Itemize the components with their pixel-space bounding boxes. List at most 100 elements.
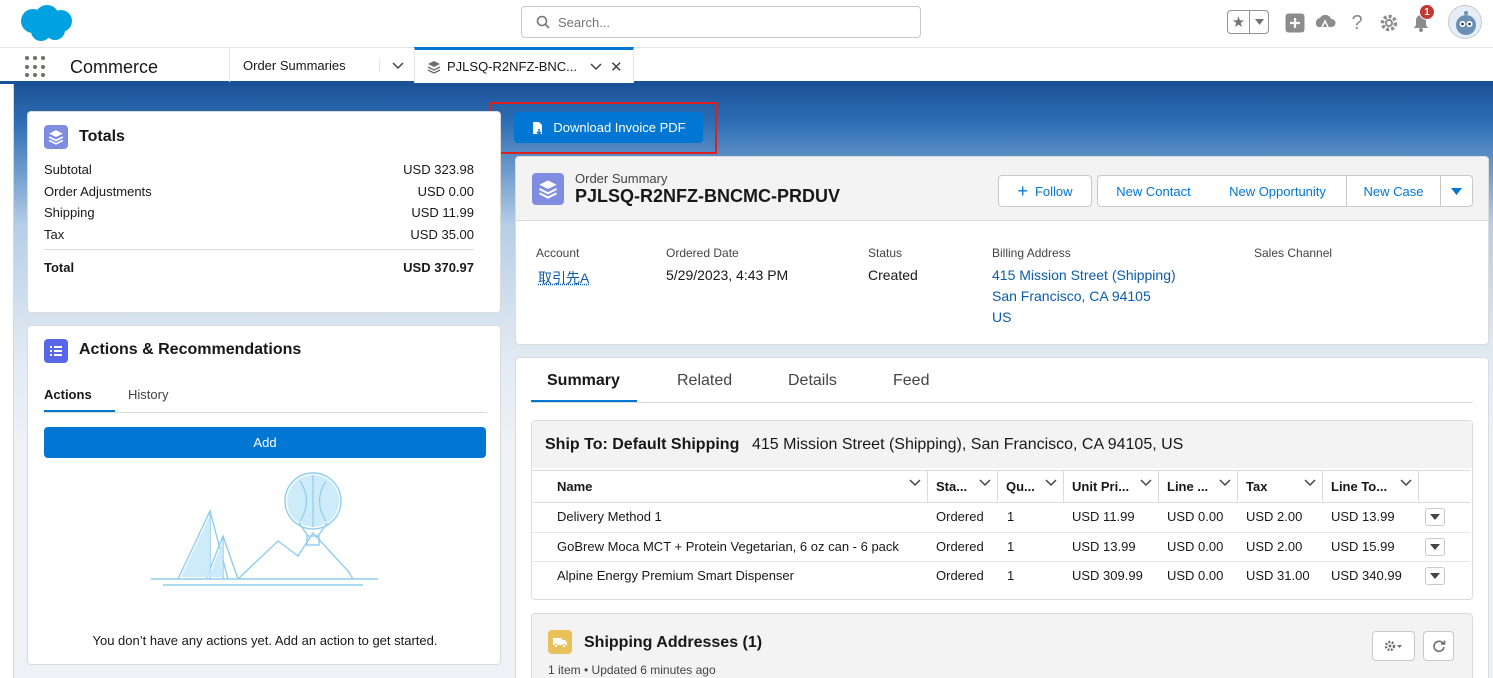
- new-case-button[interactable]: New Case: [1346, 175, 1441, 207]
- totals-total-row: Total USD 370.97: [44, 260, 474, 275]
- table-cell-quantity: 1: [1007, 568, 1014, 583]
- record-header-card: Order Summary PJLSQ-R2NFZ-BNCMC-PRDUV + …: [515, 156, 1489, 345]
- table-cell-tax: USD 2.00: [1246, 509, 1302, 524]
- column-label: Unit Pri...: [1072, 479, 1129, 494]
- chevron-down-icon[interactable]: [909, 479, 921, 487]
- list-settings-gear-icon[interactable]: [1372, 631, 1415, 661]
- chevron-down-icon[interactable]: [1045, 479, 1057, 487]
- app-launcher-icon[interactable]: [25, 56, 47, 78]
- document-download-icon: [531, 121, 545, 135]
- refresh-icon[interactable]: [1423, 631, 1454, 661]
- salesforce-logo[interactable]: [17, 3, 77, 43]
- table-cell-name-link[interactable]: Alpine Energy Premium Smart Dispenser: [557, 568, 794, 583]
- add-action-button[interactable]: Add: [44, 427, 486, 458]
- left-edge: [0, 84, 14, 678]
- table-cell-line-total: USD 13.99: [1331, 509, 1395, 524]
- setup-gear-icon[interactable]: [1378, 12, 1400, 34]
- totals-row-value: USD 11.99: [411, 205, 474, 220]
- follow-button[interactable]: + Follow: [998, 175, 1092, 207]
- sales-channel-label: Sales Channel: [1254, 246, 1332, 260]
- app-navigation-bar: Commerce Order Summaries PJLSQ-R2NFZ-BNC…: [0, 47, 1493, 84]
- billing-address-line3[interactable]: US: [992, 309, 1011, 325]
- record-object-label: Order Summary: [575, 171, 667, 186]
- chevron-down-icon[interactable]: [590, 63, 602, 71]
- notification-count-badge: 1: [1419, 4, 1435, 20]
- favorites-button[interactable]: ★: [1227, 10, 1269, 34]
- table-cell-unit-price: USD 11.99: [1072, 509, 1135, 524]
- global-actions-plus-icon[interactable]: [1284, 12, 1306, 34]
- column-header-name[interactable]: Name: [549, 470, 928, 503]
- ship-to-label: Ship To: Default Shipping: [545, 436, 739, 454]
- totals-title: Totals: [79, 128, 125, 146]
- new-contact-button[interactable]: New Contact: [1097, 175, 1210, 207]
- table-cell-line-adjustment: USD 0.00: [1167, 568, 1223, 583]
- column-header-line-adjustment[interactable]: Line ...: [1159, 470, 1238, 503]
- tab-details[interactable]: Details: [788, 372, 837, 390]
- table-cell-name-link[interactable]: Delivery Method 1: [557, 509, 662, 524]
- more-actions-chevron-down-icon[interactable]: [1440, 175, 1473, 207]
- ship-to-header: Ship To: Default Shipping 415 Mission St…: [532, 421, 1472, 468]
- table-cell-line-adjustment: USD 0.00: [1167, 539, 1223, 554]
- column-label: Name: [557, 479, 592, 494]
- trailhead-cloud-icon[interactable]: [1314, 12, 1336, 34]
- billing-address-line1[interactable]: 415 Mission Street (Shipping): [992, 267, 1176, 283]
- ordered-date-label: Ordered Date: [666, 246, 739, 260]
- download-invoice-label: Download Invoice PDF: [553, 120, 685, 135]
- order-summary-record-icon: [532, 173, 564, 205]
- app-name: Commerce: [70, 57, 158, 78]
- tab-summary[interactable]: Summary: [547, 372, 620, 390]
- table-cell-status: Ordered: [936, 509, 984, 524]
- totals-row: Shipping USD 11.99: [44, 205, 474, 220]
- column-header-quantity[interactable]: Qu...: [998, 470, 1064, 503]
- chevron-down-icon[interactable]: [1304, 479, 1316, 487]
- actions-recommendations-card: Actions & Recommendations Actions Histor…: [27, 325, 501, 665]
- column-header-status[interactable]: Sta...: [928, 470, 998, 503]
- tab-related[interactable]: Related: [677, 372, 732, 390]
- tab-order-summary-record[interactable]: PJLSQ-R2NFZ-BNC... ✕: [414, 47, 634, 83]
- billing-address-line2[interactable]: San Francisco, CA 94105: [992, 288, 1151, 304]
- star-icon: ★: [1228, 11, 1250, 33]
- table-cell-quantity: 1: [1007, 509, 1014, 524]
- chevron-down-icon[interactable]: [979, 479, 991, 487]
- tab-feed[interactable]: Feed: [893, 372, 929, 390]
- column-header-line-total[interactable]: Line To...: [1323, 470, 1419, 503]
- row-actions-chevron-down-icon[interactable]: [1425, 508, 1445, 526]
- column-header-tax[interactable]: Tax: [1238, 470, 1323, 503]
- close-tab-icon[interactable]: ✕: [610, 58, 623, 76]
- table-cell-name-link[interactable]: GoBrew Moca MCT + Protein Vegetarian, 6 …: [557, 539, 899, 554]
- search-placeholder: Search...: [558, 15, 610, 30]
- global-search-input[interactable]: Search...: [521, 6, 921, 38]
- totals-icon: [44, 125, 68, 149]
- chevron-down-icon[interactable]: [379, 59, 415, 73]
- totals-row-label: Shipping: [44, 205, 95, 220]
- chevron-down-icon[interactable]: [1400, 479, 1412, 487]
- download-invoice-pdf-button[interactable]: Download Invoice PDF: [514, 112, 703, 143]
- status-label: Status: [868, 246, 902, 260]
- total-value: USD 370.97: [403, 260, 474, 275]
- account-label: Account: [536, 246, 579, 260]
- user-avatar[interactable]: [1448, 5, 1482, 39]
- chevron-down-icon[interactable]: [1219, 479, 1231, 487]
- row-actions-chevron-down-icon[interactable]: [1425, 567, 1445, 585]
- table-cell-line-total: USD 340.99: [1331, 568, 1402, 583]
- divider: [531, 402, 1473, 403]
- account-link[interactable]: 取引先A: [538, 268, 589, 288]
- totals-row-label: Tax: [44, 227, 64, 242]
- row-actions-chevron-down-icon[interactable]: [1425, 538, 1445, 556]
- actions-title: Actions & Recommendations: [79, 341, 301, 359]
- new-opportunity-button[interactable]: New Opportunity: [1209, 175, 1347, 207]
- shipping-addresses-meta: 1 item • Updated 6 minutes ago: [548, 663, 716, 677]
- status-value: Created: [868, 267, 918, 283]
- tab-history[interactable]: History: [128, 387, 168, 402]
- table-cell-unit-price: USD 309.99: [1072, 568, 1143, 583]
- column-label: Sta...: [936, 479, 967, 494]
- table-cell-quantity: 1: [1007, 539, 1014, 554]
- chevron-down-icon[interactable]: [1250, 11, 1268, 33]
- total-label: Total: [44, 260, 74, 275]
- column-header-unit-price[interactable]: Unit Pri...: [1064, 470, 1159, 503]
- help-icon[interactable]: ?: [1346, 12, 1368, 34]
- tab-actions[interactable]: Actions: [44, 387, 87, 402]
- tab-order-summaries[interactable]: Order Summaries: [229, 48, 414, 82]
- table-cell-line-total: USD 15.99: [1331, 539, 1395, 554]
- chevron-down-icon[interactable]: [1140, 479, 1152, 487]
